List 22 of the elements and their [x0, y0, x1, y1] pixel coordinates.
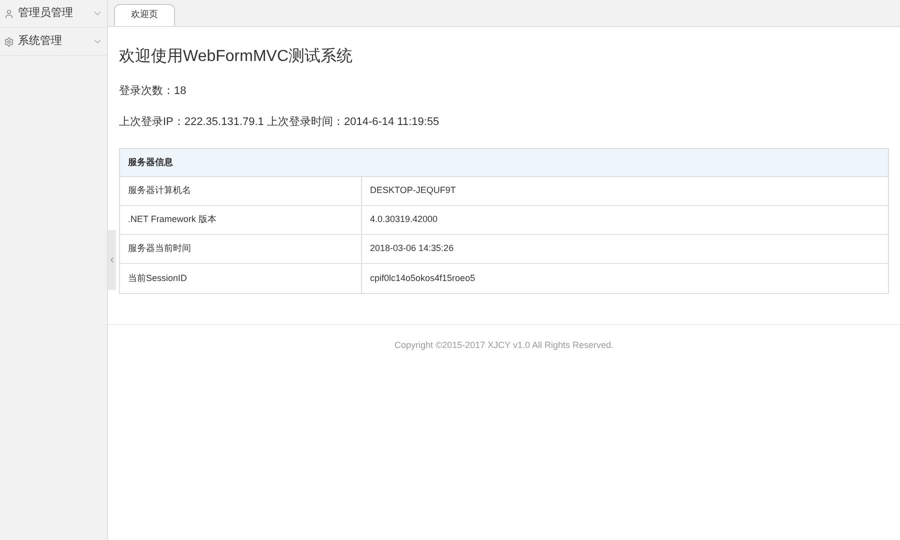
table-cell: 当前SessionID [120, 264, 362, 293]
collapse-handle[interactable] [108, 230, 116, 290]
login-count: 登录次数：18 [119, 84, 188, 99]
sidebar-item[interactable]: 管理员管理 [0, 0, 107, 28]
table-cell: 服务器计算机名 [120, 177, 362, 205]
table-cell: .NET Framework 版本 [120, 206, 362, 234]
chevron-left-icon [108, 256, 116, 264]
user-icon [4, 8, 14, 18]
sidebar-label: 管理员管理 [18, 6, 73, 22]
copyright-text: Copyright ©2015-2017 XJCY v1.0 All Rights Reserved. [394, 339, 614, 352]
table-header: 服务器信息 [120, 149, 888, 177]
welcome-title: 欢迎使用WebFormMVC测试系统 [119, 46, 354, 67]
table-cell: 服务器当前时间 [120, 235, 362, 263]
last-login-info: 上次登录IP：222.35.131.79.1 上次登录时间：2014-6-14 11:19:55 [119, 114, 440, 130]
settings-icon [4, 36, 14, 46]
tab[interactable]: 欢迎页 [114, 4, 175, 26]
sidebar-item[interactable]: 系统管理 [0, 28, 107, 56]
table-cell-text: 2018-03-06 14:35:26 [369, 242, 455, 256]
table-cell-text: 4.0.30319.42000 [369, 213, 439, 226]
table-cell-text: cpif0lc14o5okos4f15roeo5 [369, 272, 476, 285]
sidebar-label: 系统管理 [18, 34, 62, 50]
table-cell-text: DESKTOP-JEQUF9T [369, 184, 457, 198]
